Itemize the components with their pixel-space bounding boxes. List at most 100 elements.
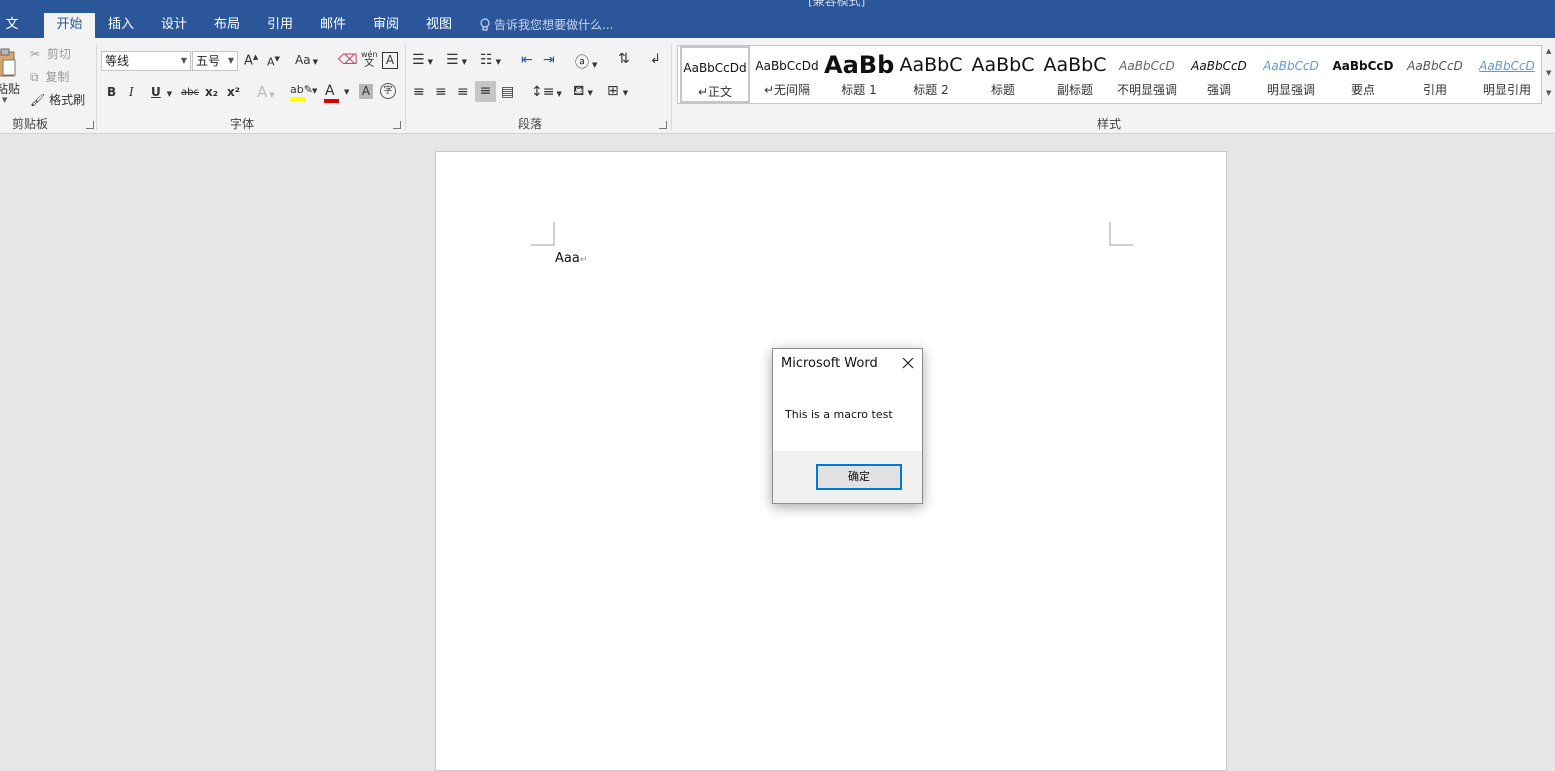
- bullets-icon[interactable]: ☰ ▼: [412, 52, 433, 68]
- style-name: 不明显强调: [1116, 83, 1177, 97]
- clear-formatting-icon[interactable]: ⌫: [338, 52, 358, 68]
- tab-file[interactable]: 文件: [0, 13, 24, 56]
- chevron-down-icon: ▼: [556, 90, 562, 98]
- text-effects-icon[interactable]: A ▼: [257, 83, 275, 101]
- style-strong[interactable]: AaBbCcD 要点: [1328, 46, 1398, 103]
- crop-mark-left: [531, 222, 555, 246]
- styles-gallery-scrollbar[interactable]: ▲ ▼ ▼: [1543, 45, 1555, 104]
- increase-indent-icon[interactable]: ⇥: [543, 52, 555, 68]
- highlight-color-button[interactable]: ab✎ ▼: [290, 82, 317, 101]
- paragraph-group-label: 段落: [518, 117, 543, 131]
- divider: [96, 44, 97, 130]
- line-spacing-icon[interactable]: ↕≡ ▼: [531, 84, 562, 100]
- chevron-down-icon: ▼: [180, 56, 187, 65]
- style-name: 要点: [1350, 83, 1375, 97]
- change-case-button[interactable]: Aa ▼: [295, 53, 318, 67]
- character-shading-icon[interactable]: A: [359, 84, 373, 99]
- tell-me-search[interactable]: 告诉我您想要做什么...: [480, 13, 613, 38]
- style-subtitle[interactable]: AaBbC 副标题: [1040, 46, 1110, 103]
- ok-button[interactable]: 确定: [816, 464, 902, 490]
- show-marks-icon[interactable]: ↲: [650, 52, 661, 67]
- style-no-spacing[interactable]: AaBbCcDd ↵无间隔: [752, 46, 822, 103]
- style-intense-quote[interactable]: AaBbCcD 明显引用: [1472, 46, 1542, 103]
- superscript-button[interactable]: x²: [227, 85, 240, 99]
- shrink-font-icon[interactable]: A▼: [267, 55, 280, 69]
- chevron-down-icon: ▼: [344, 88, 350, 96]
- distributed-icon[interactable]: ▤: [501, 84, 514, 100]
- font-color-icon: A: [325, 83, 335, 99]
- style-subtle-emphasis[interactable]: AaBbCcD 不明显强调: [1112, 46, 1182, 103]
- chevron-down-icon: ▼: [427, 58, 433, 66]
- tab-layout[interactable]: 布局: [209, 13, 245, 38]
- cut-label: 剪切: [46, 47, 71, 61]
- divider: [671, 44, 672, 130]
- style-name: 标题 1: [841, 83, 877, 97]
- tab-design[interactable]: 设计: [156, 13, 192, 38]
- align-center-icon[interactable]: ≡: [435, 84, 447, 100]
- sort-icon[interactable]: ⇅: [618, 51, 630, 67]
- style-quote[interactable]: AaBbCcD 引用: [1400, 46, 1470, 103]
- phonetic-guide-button[interactable]: wén 文: [361, 50, 378, 69]
- tab-home[interactable]: 开始: [44, 13, 95, 38]
- highlighter-icon: ab✎: [290, 83, 313, 96]
- style-preview: AaBbCcD: [1191, 59, 1247, 73]
- strikethrough-button[interactable]: abc: [181, 87, 199, 98]
- font-launcher-icon[interactable]: [393, 121, 401, 129]
- align-left-icon[interactable]: ≡: [413, 84, 425, 100]
- justify-icon[interactable]: ≡: [475, 81, 496, 102]
- copy-button[interactable]: ⧉ 复制: [30, 68, 69, 85]
- tab-insert[interactable]: 插入: [103, 13, 139, 38]
- styles-gallery: AaBbCcDd ↵正文 AaBbCcDd ↵无间隔 AaBb 标题 1 AaB…: [677, 45, 1542, 104]
- document-text[interactable]: Aaa↵: [555, 251, 587, 266]
- shading-icon[interactable]: ⛾ ▼: [573, 83, 593, 101]
- grow-font-icon[interactable]: A▲: [244, 53, 258, 68]
- window-title: [兼容模式]: [808, 0, 866, 8]
- decrease-indent-icon[interactable]: ⇤: [521, 52, 533, 68]
- tab-mailings[interactable]: 邮件: [315, 13, 351, 38]
- font-name-select[interactable]: 等线 ▼: [101, 51, 191, 71]
- borders-icon[interactable]: ⊞ ▼: [607, 83, 628, 99]
- character-border-icon[interactable]: A: [382, 52, 398, 69]
- style-heading-2[interactable]: AaBbC 标题 2: [896, 46, 966, 103]
- font-color-swatch: [324, 99, 339, 103]
- message-dialog: Microsoft Word This is a macro test 确定: [772, 348, 923, 504]
- font-size-select[interactable]: 五号 ▼: [192, 51, 238, 71]
- paragraph-mark: ↵: [579, 255, 588, 265]
- tab-view[interactable]: 视图: [421, 13, 457, 38]
- style-normal[interactable]: AaBbCcDd ↵正文: [680, 46, 750, 103]
- tab-review[interactable]: 审阅: [368, 13, 404, 38]
- style-title[interactable]: AaBbC 标题: [968, 46, 1038, 103]
- chevron-down-icon: ▼: [622, 89, 629, 97]
- style-name: 副标题: [1056, 83, 1093, 97]
- paste-label: 粘贴: [0, 82, 21, 96]
- close-icon[interactable]: [900, 355, 916, 371]
- style-intense-emphasis[interactable]: AaBbCcD 明显强调: [1256, 46, 1326, 103]
- paste-button[interactable]: 粘贴 ▼: [0, 44, 22, 106]
- paragraph-launcher-icon[interactable]: [659, 121, 667, 129]
- tell-me-text: 告诉我您想要做什么...: [494, 18, 614, 32]
- style-heading-1[interactable]: AaBb 标题 1: [824, 46, 894, 103]
- tab-references[interactable]: 引用: [262, 13, 298, 38]
- italic-button[interactable]: I: [129, 85, 134, 99]
- change-case-label: Aa: [295, 53, 311, 67]
- bold-button[interactable]: B: [107, 85, 116, 99]
- style-preview: AaBbCcD: [1263, 59, 1319, 73]
- style-name: 强调: [1206, 83, 1231, 97]
- chevron-up-icon: ▲: [1546, 47, 1552, 55]
- subscript-button[interactable]: x₂: [205, 85, 218, 99]
- format-painter-button[interactable]: 🖌 格式刷: [30, 91, 85, 108]
- chinese-layout-icon[interactable]: ⓐ ▼: [575, 52, 597, 72]
- font-color-button[interactable]: A ▼: [324, 83, 349, 103]
- style-preview: AaBbCcD: [1407, 59, 1463, 73]
- crop-mark-right: [1109, 222, 1133, 246]
- cut-button[interactable]: ✂ 剪切: [30, 45, 71, 62]
- multilevel-list-icon[interactable]: ☷ ▼: [480, 52, 501, 68]
- underline-button[interactable]: U ▼: [151, 85, 172, 99]
- style-emphasis[interactable]: AaBbCcD 强调: [1184, 46, 1254, 103]
- align-right-icon[interactable]: ≡: [457, 84, 469, 100]
- divider: [405, 44, 406, 130]
- clipboard-launcher-icon[interactable]: [86, 121, 94, 129]
- enclose-characters-button[interactable]: 字: [380, 83, 396, 99]
- numbering-icon[interactable]: ☰ ▼: [446, 52, 467, 68]
- style-preview: AaBbC: [971, 54, 1035, 76]
